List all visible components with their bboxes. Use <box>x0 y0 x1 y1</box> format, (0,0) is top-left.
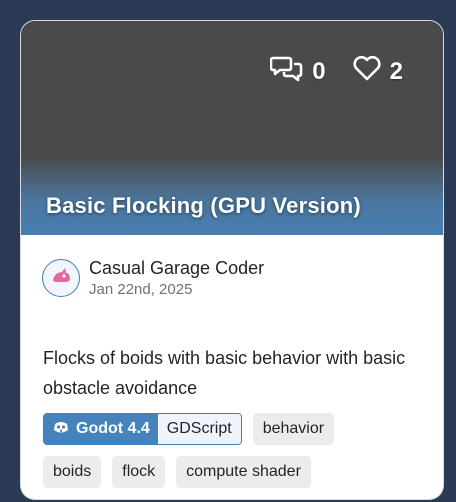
comments-count: 0 <box>312 57 326 85</box>
card-thumbnail[interactable]: 0 2 Basic Flocking (GPU Version) <box>21 21 443 235</box>
likes-stat[interactable]: 2 <box>352 55 403 88</box>
engine-name: Godot 4.4 <box>76 420 150 437</box>
author-block: Casual Garage Coder Jan 22nd, 2025 <box>42 257 264 300</box>
tag-boids[interactable]: boids <box>43 456 102 488</box>
author-avatar[interactable] <box>42 259 80 297</box>
tag-flock[interactable]: flock <box>112 456 166 488</box>
heart-icon <box>352 55 390 88</box>
author-name[interactable]: Casual Garage Coder <box>89 257 264 279</box>
card-description: Flocks of boids with basic behavior with… <box>43 348 406 398</box>
card-title[interactable]: Basic Flocking (GPU Version) <box>46 193 361 219</box>
likes-count: 2 <box>389 57 403 85</box>
tag-behavior[interactable]: behavior <box>252 413 335 445</box>
avatar-icon <box>50 265 72 292</box>
tag-list: Godot 4.4 GDScript behavior boids flock … <box>43 413 433 499</box>
comments-icon <box>269 54 312 89</box>
engine-tag[interactable]: Godot 4.4 GDScript <box>43 413 242 445</box>
post-date: Jan 22nd, 2025 <box>89 281 193 298</box>
godot-icon <box>52 418 76 441</box>
card-stats: 0 2 <box>244 54 403 89</box>
language-label: GDScript <box>166 420 232 437</box>
comments-stat[interactable]: 0 <box>269 54 326 89</box>
tag-compute-shader[interactable]: compute shader <box>176 456 311 488</box>
shader-card[interactable]: 0 2 Basic Flocking (GPU Version) Casual … <box>21 21 443 499</box>
